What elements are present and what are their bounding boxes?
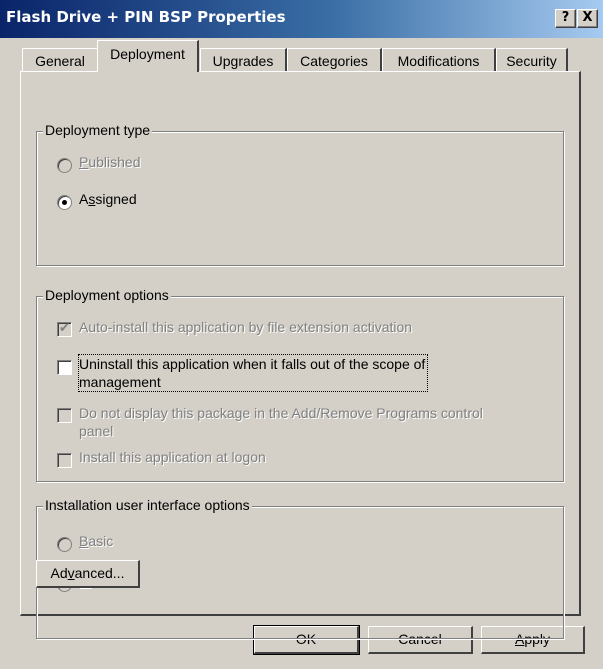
basic-label: Basic — [79, 533, 114, 549]
uninstall-checkbox[interactable] — [57, 360, 72, 375]
deployment-type-legend: Deployment type — [43, 122, 153, 138]
assigned-label: Assigned — [79, 191, 137, 207]
tab-deployment[interactable]: Deployment — [97, 40, 199, 72]
install-logon-label: Install this application at logon — [79, 449, 266, 465]
deployment-panel: Deployment type Published Assigned Deplo… — [20, 71, 581, 639]
tab-security[interactable]: Security — [496, 48, 568, 72]
install-logon-checkbox[interactable] — [57, 453, 72, 468]
window-title: Flash Drive + PIN BSP Properties — [6, 8, 286, 26]
tab-general[interactable]: General — [22, 48, 99, 72]
auto-install-checkbox[interactable]: ✔ — [57, 320, 72, 337]
assigned-radio[interactable] — [57, 195, 72, 210]
tab-modifications[interactable]: Modifications — [382, 48, 496, 72]
published-radio[interactable] — [57, 158, 72, 173]
uninstall-label: Uninstall this application when it falls… — [77, 354, 429, 392]
tab-categories[interactable]: Categories — [287, 48, 382, 72]
advanced-button[interactable]: Advanced... — [36, 560, 140, 588]
published-label: Published — [79, 154, 141, 170]
help-button[interactable]: ? — [555, 9, 576, 28]
no-display-checkbox[interactable] — [57, 408, 72, 423]
close-button[interactable]: X — [577, 9, 598, 28]
auto-install-label: Auto-install this application by file ex… — [79, 319, 413, 335]
deployment-type-group: Deployment type Published Assigned — [36, 122, 564, 266]
install-ui-legend: Installation user interface options — [43, 497, 252, 513]
no-display-label: Do not display this package in the Add/R… — [79, 405, 483, 439]
title-bar: Flash Drive + PIN BSP Properties ? X — [0, 0, 603, 38]
deployment-options-group: Deployment options ✔ Auto-install this a… — [36, 287, 564, 482]
basic-radio[interactable] — [57, 537, 72, 552]
tab-upgrades[interactable]: Upgrades — [200, 48, 287, 72]
deployment-options-legend: Deployment options — [43, 287, 171, 303]
